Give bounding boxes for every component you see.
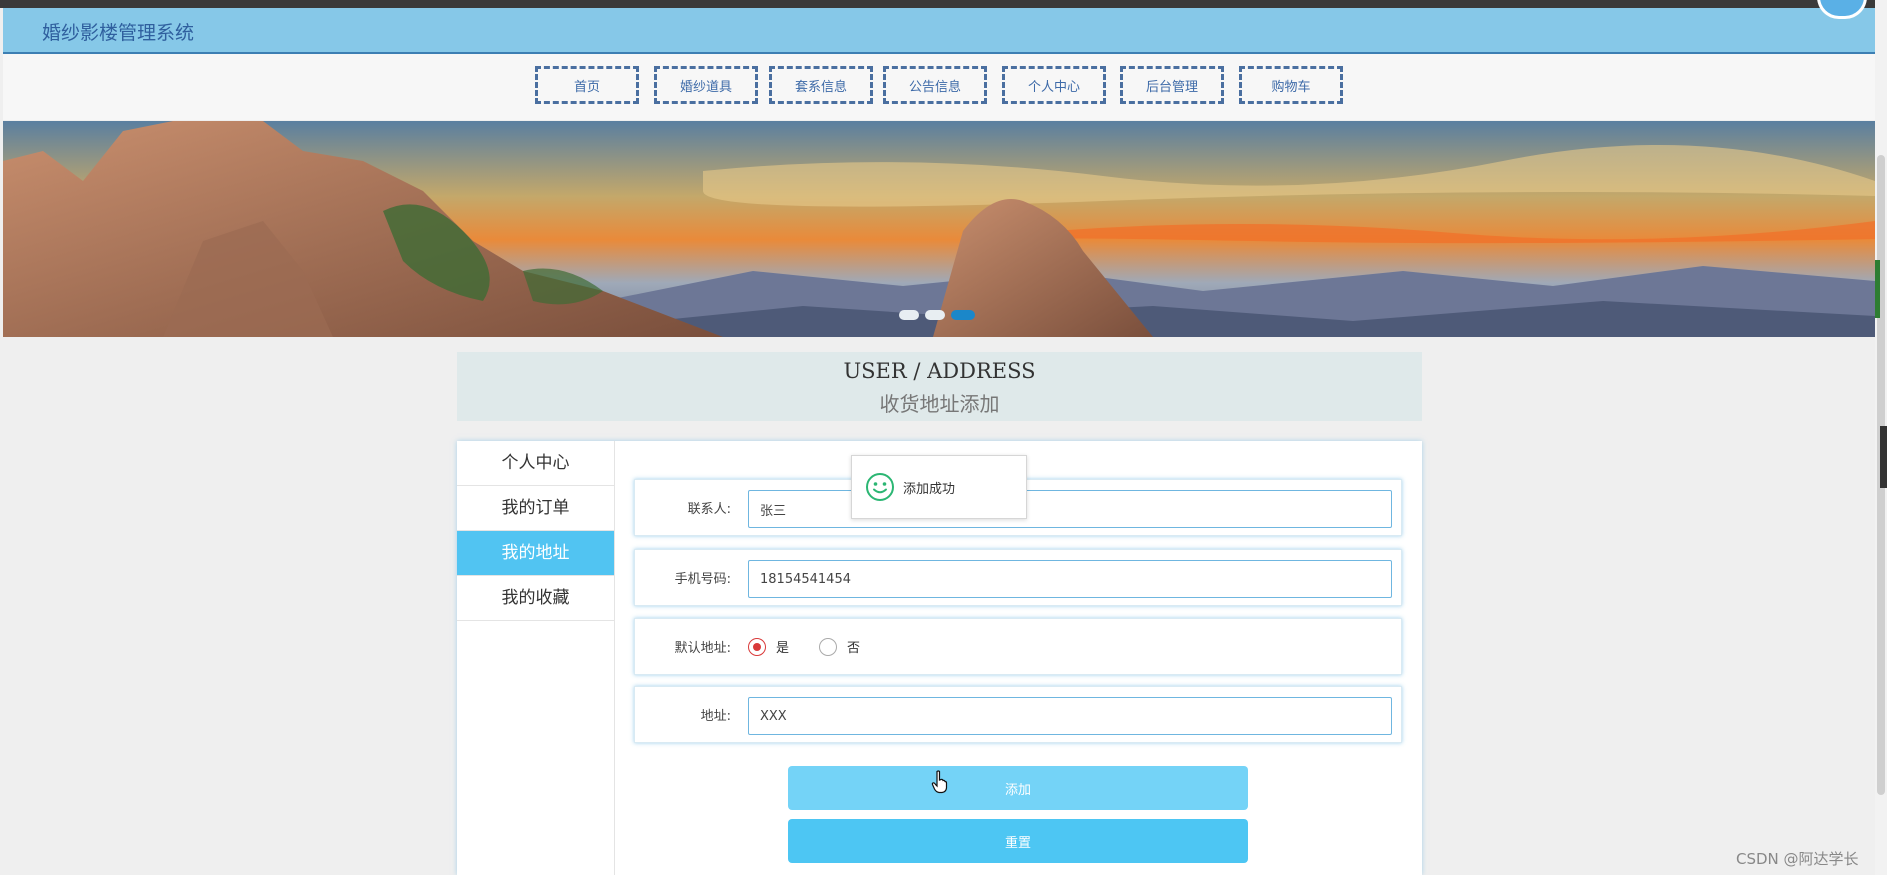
nav-item-packages[interactable]: 套系信息: [769, 66, 873, 104]
address-label: 地址:: [700, 709, 731, 724]
section-title-cn: 收货地址添加: [879, 392, 1000, 416]
page-scrollbar[interactable]: [1875, 0, 1887, 875]
avatar[interactable]: [1817, 0, 1867, 19]
success-toast: 添加成功: [851, 455, 1027, 519]
default-no-label: 否: [847, 641, 861, 656]
watermark: CSDN @阿达学长: [1736, 850, 1859, 868]
nav-item-personal-center[interactable]: 个人中心: [1002, 66, 1106, 104]
nav-item-cart[interactable]: 购物车: [1239, 66, 1343, 104]
section-title-en: USER / ADDRESS: [843, 359, 1036, 383]
top-navigation: 首页 婚纱道具 套系信息 公告信息 个人中心 后台管理 购物车: [3, 54, 1875, 120]
default-yes-label: 是: [776, 641, 790, 656]
toast-message: 添加成功: [903, 481, 956, 497]
sidebar-item-personal-center[interactable]: 个人中心: [457, 441, 614, 486]
phone-row: 手机号码:: [634, 549, 1402, 606]
default-address-radio-group: 是 否: [748, 619, 880, 674]
hand-cursor-icon: [931, 770, 948, 794]
phone-input[interactable]: [748, 560, 1392, 598]
banner-carousel: [3, 121, 1875, 337]
sidebar-item-my-favorites[interactable]: 我的收藏: [457, 576, 614, 621]
default-address-row: 默认地址: 是 否: [634, 618, 1402, 675]
contact-input[interactable]: [748, 490, 1392, 528]
default-address-label: 默认地址:: [674, 641, 731, 656]
nav-item-announcements[interactable]: 公告信息: [883, 66, 987, 104]
nav-item-home[interactable]: 首页: [535, 66, 639, 104]
section-header: USER / ADDRESS 收货地址添加: [457, 352, 1422, 421]
default-no-radio[interactable]: [819, 637, 838, 656]
user-side-menu: 个人中心 我的订单 我的地址 我的收藏: [457, 441, 615, 875]
sidebar-item-my-orders[interactable]: 我的订单: [457, 486, 614, 531]
add-button[interactable]: 添加: [788, 766, 1248, 810]
address-input[interactable]: [748, 697, 1392, 735]
carousel-indicators: [899, 310, 975, 320]
address-row: 地址:: [634, 686, 1402, 743]
nav-item-wedding-props[interactable]: 婚纱道具: [654, 66, 758, 104]
nav-item-admin[interactable]: 后台管理: [1120, 66, 1224, 104]
default-yes-radio[interactable]: [748, 637, 766, 656]
scroll-marker-dark: [1880, 426, 1887, 488]
scroll-marker-green: [1875, 260, 1880, 318]
app-header: 婚纱影楼管理系统: [3, 0, 1875, 54]
phone-label: 手机号码:: [674, 572, 731, 587]
contact-label: 联系人:: [687, 502, 731, 517]
browser-top-strip: [0, 0, 1887, 8]
carousel-dot-1[interactable]: [899, 310, 919, 320]
smile-icon: [866, 473, 894, 501]
reset-button[interactable]: 重置: [788, 819, 1248, 863]
carousel-dot-2[interactable]: [925, 310, 945, 320]
sidebar-item-my-address[interactable]: 我的地址: [457, 531, 614, 576]
banner-landscape-image: [3, 121, 1875, 337]
carousel-dot-3[interactable]: [951, 310, 975, 320]
app-title: 婚纱影楼管理系统: [42, 22, 195, 44]
